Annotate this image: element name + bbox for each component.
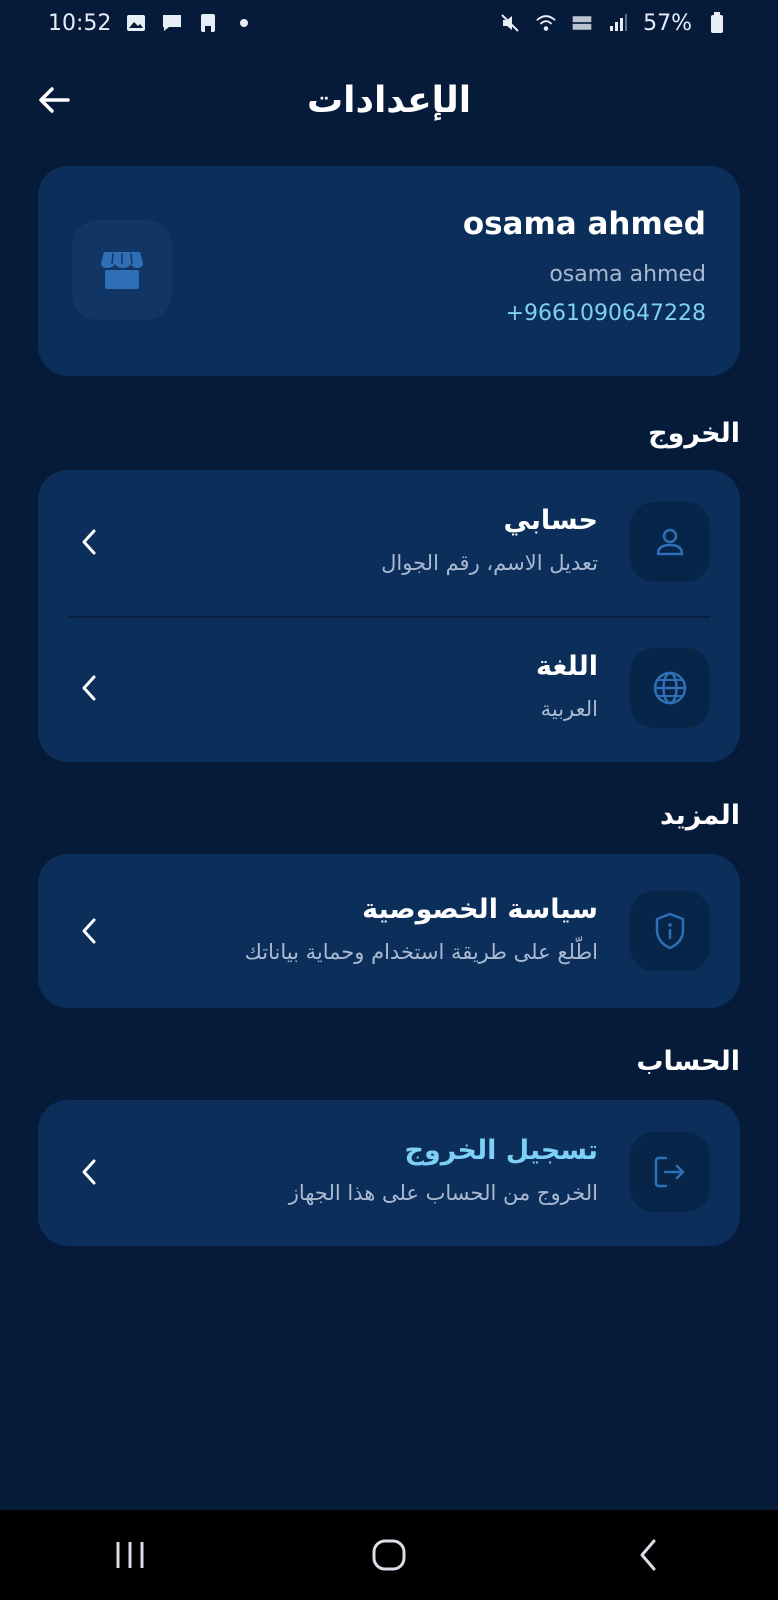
chevron-left-icon — [74, 673, 104, 703]
chevron-left-icon — [74, 527, 104, 557]
globe-icon — [653, 671, 687, 705]
logout-text: تسجيل الخروج الخروج من الحساب على هذا ال… — [104, 1135, 598, 1210]
arrow-left-icon — [39, 87, 70, 113]
profile-card[interactable]: osama ahmed osama ahmed +9661090647228 — [38, 166, 740, 376]
profile-phone: +9661090647228 — [505, 301, 706, 326]
account-subtitle: تعديل الاسم، رقم الجوال — [381, 550, 598, 575]
account-title: حسابي — [503, 504, 598, 536]
language-icon-tile — [630, 648, 710, 728]
home-button[interactable] — [359, 1525, 419, 1585]
chevron-left-icon — [640, 1539, 656, 1571]
section-title-more: المزيد — [659, 800, 740, 831]
logout-icon-tile — [630, 1132, 710, 1212]
dot-icon — [233, 13, 255, 33]
back-button[interactable] — [32, 78, 76, 122]
profile-info: osama ahmed osama ahmed +9661090647228 — [463, 206, 706, 326]
lte-icon — [571, 13, 593, 33]
home-icon — [372, 1539, 406, 1571]
settings-item-privacy[interactable]: سياسة الخصوصية اطّلع على طريقة استخدام و… — [38, 874, 740, 988]
chevron-left-icon — [74, 1157, 104, 1187]
settings-card-account: تسجيل الخروج الخروج من الحساب على هذا ال… — [38, 1100, 740, 1246]
language-subtitle: العربية — [540, 696, 598, 721]
status-time: 10:52 — [48, 10, 112, 36]
notification-icon — [197, 13, 219, 33]
logout-title: تسجيل الخروج — [404, 1134, 598, 1166]
status-left: 10:52 — [48, 11, 255, 36]
account-text: حسابي تعديل الاسم، رقم الجوال — [104, 505, 598, 580]
recent-apps-button[interactable] — [100, 1525, 160, 1585]
message-icon — [161, 13, 183, 33]
logout-subtitle: الخروج من الحساب على هذا الجهاز — [288, 1180, 598, 1205]
profile-name: osama ahmed — [462, 206, 706, 242]
privacy-title: سياسة الخصوصية — [362, 893, 598, 925]
back-nav-button[interactable] — [618, 1525, 678, 1585]
language-text: اللغة العربية — [104, 651, 598, 726]
image-icon — [125, 13, 147, 33]
chevron-left-icon — [74, 916, 104, 946]
settings-item-language[interactable]: اللغة العربية — [38, 648, 740, 728]
signal-icon — [607, 13, 629, 33]
row-divider — [68, 616, 710, 618]
header: الإعدادات — [0, 60, 778, 140]
status-bar: 10:52 57% — [0, 0, 778, 46]
store-avatar — [72, 220, 172, 320]
section-title-account: الحساب — [636, 1046, 740, 1077]
settings-card-general: حسابي تعديل الاسم، رقم الجوال اللغة العر… — [38, 470, 740, 762]
language-title: اللغة — [535, 650, 598, 682]
account-icon-tile — [630, 502, 710, 582]
logout-icon — [654, 1156, 685, 1188]
system-nav-bar — [0, 1510, 778, 1600]
shield-info-icon — [655, 912, 685, 950]
profile-username: osama ahmed — [549, 262, 706, 287]
settings-card-more: سياسة الخصوصية اطّلع على طريقة استخدام و… — [38, 854, 740, 1008]
settings-item-account[interactable]: حسابي تعديل الاسم، رقم الجوال — [38, 502, 740, 582]
battery-level: 57% — [643, 10, 692, 36]
mute-icon — [499, 13, 521, 33]
recent-apps-icon — [116, 1542, 144, 1568]
privacy-subtitle: اطّلع على طريقة استخدام وحماية بياناتك — [244, 939, 598, 964]
battery-icon — [706, 12, 728, 33]
privacy-icon-tile — [630, 891, 710, 971]
status-right: 57% — [499, 11, 728, 36]
user-icon — [656, 528, 684, 556]
page-title: الإعدادات — [306, 79, 472, 121]
section-title-logout: الخروج — [648, 418, 740, 449]
store-icon — [101, 252, 143, 289]
logout-button[interactable]: تسجيل الخروج الخروج من الحساب على هذا ال… — [38, 1132, 740, 1212]
wifi-icon — [535, 13, 557, 33]
privacy-text: سياسة الخصوصية اطّلع على طريقة استخدام و… — [104, 894, 598, 969]
